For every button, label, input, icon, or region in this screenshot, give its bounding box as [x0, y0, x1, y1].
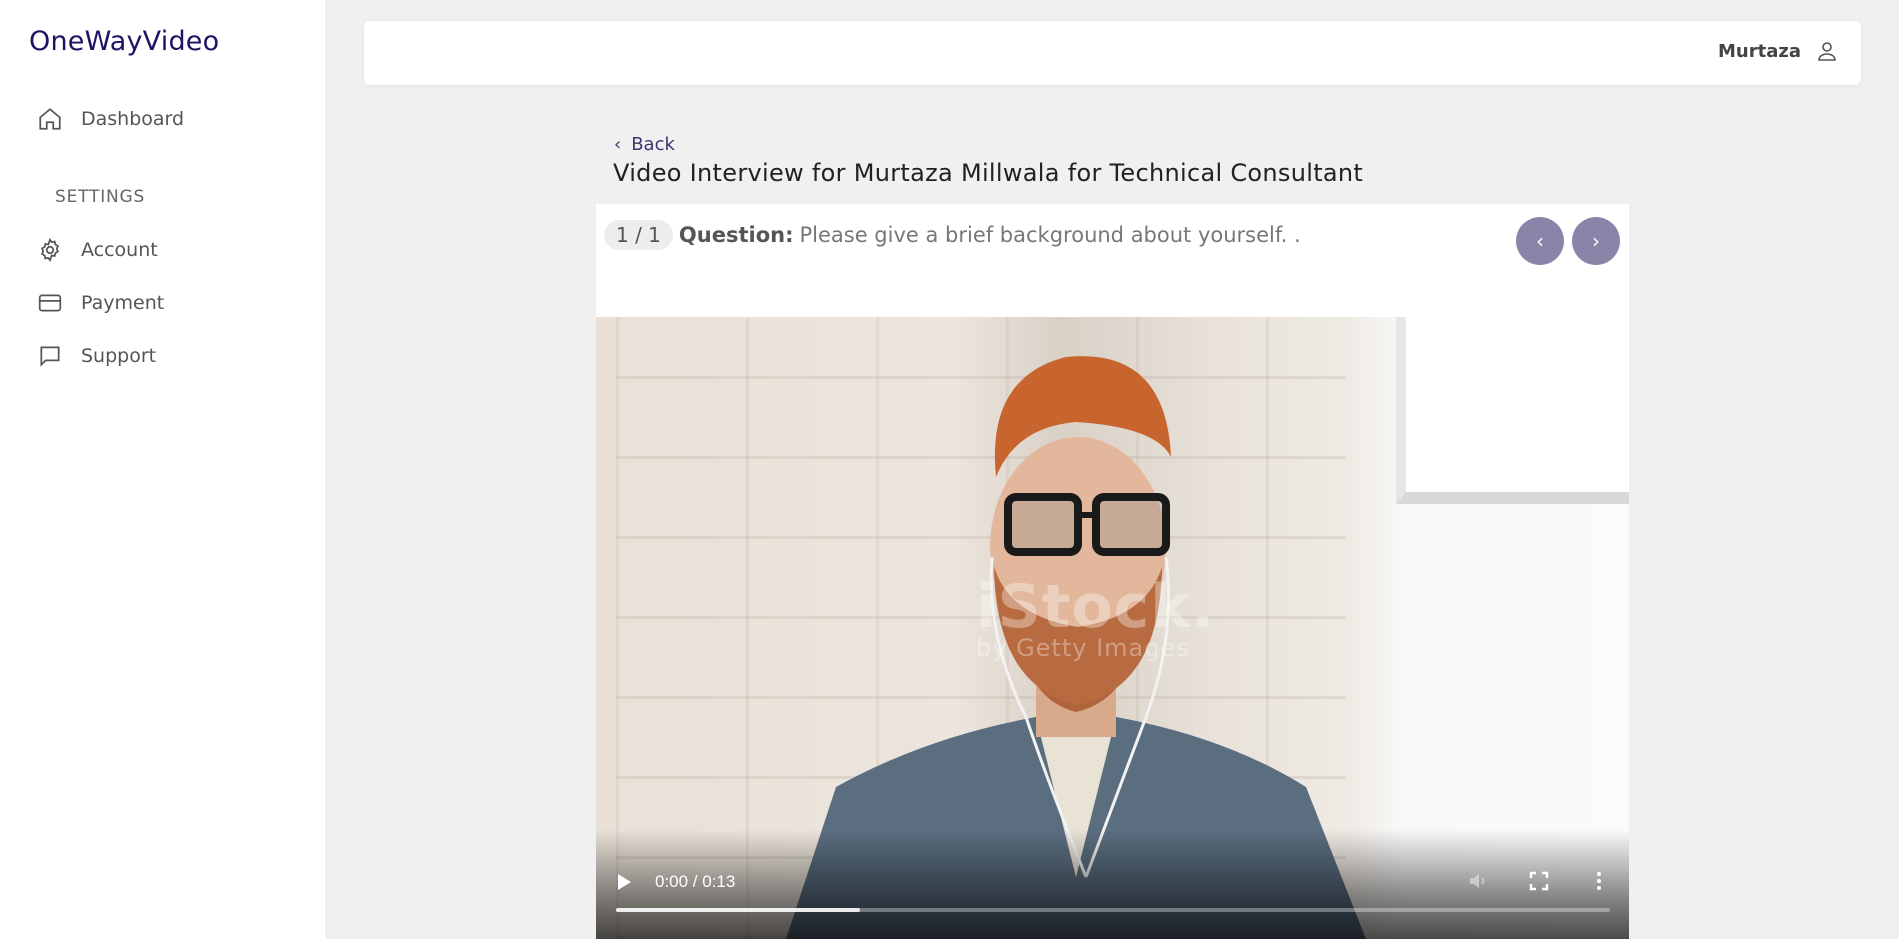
back-link[interactable]: ‹ Back — [614, 134, 675, 155]
back-label: Back — [631, 134, 675, 155]
video-player[interactable]: iStock. by Getty Images 0:00 / 0:13 — [596, 317, 1629, 939]
interview-card: 1 / 1 Question: Please give a brief back… — [596, 204, 1629, 939]
more-options-icon[interactable] — [1587, 869, 1611, 893]
video-watermark: iStock. by Getty Images — [976, 572, 1215, 662]
question-text: Please give a brief background about you… — [799, 223, 1301, 247]
sidebar-item-support[interactable]: Support — [37, 343, 156, 369]
settings-heading: SETTINGS — [55, 187, 146, 207]
chevron-left-icon: ‹ — [1536, 229, 1544, 253]
video-buffered-fill — [616, 908, 860, 912]
fullscreen-icon[interactable] — [1527, 869, 1551, 893]
sidebar-item-label: Account — [81, 239, 158, 261]
watermark-subtext: by Getty Images — [976, 634, 1190, 662]
top-bar: Murtaza — [364, 21, 1861, 85]
sidebar-item-label: Payment — [81, 292, 165, 314]
home-icon — [39, 108, 61, 130]
chevron-left-icon: ‹ — [614, 134, 622, 155]
credit-card-icon — [38, 294, 62, 312]
sidebar: OneWayVideo Dashboard SETTINGS Account P… — [0, 0, 325, 939]
sidebar-item-label: Dashboard — [81, 108, 185, 130]
video-time: 0:00 / 0:13 — [655, 872, 736, 891]
user-name: Murtaza — [1718, 40, 1801, 62]
user-icon — [1818, 42, 1836, 61]
video-progress-bar[interactable] — [616, 908, 1610, 912]
question-label: Question: — [678, 223, 794, 247]
chat-bubble-icon — [40, 346, 60, 367]
play-button[interactable] — [618, 874, 631, 890]
chevron-right-icon: › — [1592, 229, 1600, 253]
sidebar-item-payment[interactable]: Payment — [37, 290, 164, 316]
user-menu[interactable]: Murtaza — [1718, 39, 1839, 63]
volume-icon[interactable] — [1467, 869, 1491, 893]
video-controls: 0:00 / 0:13 — [596, 829, 1629, 939]
question-counter: 1 / 1 — [604, 220, 673, 250]
watermark-text: iStock. — [976, 572, 1215, 642]
next-question-button[interactable]: › — [1572, 217, 1620, 265]
page-title: Video Interview for Murtaza Millwala for… — [613, 159, 1364, 187]
question-row: 1 / 1 Question: Please give a brief back… — [604, 220, 1301, 250]
sidebar-item-label: Support — [81, 345, 157, 367]
gear-icon — [41, 237, 59, 263]
sidebar-item-account[interactable]: Account — [37, 237, 158, 263]
previous-question-button[interactable]: ‹ — [1516, 217, 1564, 265]
sidebar-item-dashboard[interactable]: Dashboard — [37, 106, 184, 132]
brand-logo[interactable]: OneWayVideo — [29, 26, 219, 57]
